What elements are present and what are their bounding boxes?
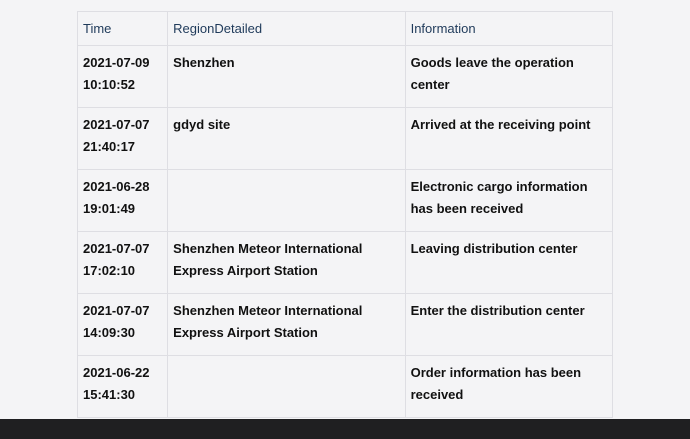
cell-region: Shenzhen Meteor International Express Ai…: [167, 231, 406, 294]
table-row: 2021-07-07 21:40:17 gdyd site Arrived at …: [76, 107, 614, 170]
cell-date: 2021-07-09: [83, 55, 150, 70]
cell-time: 2021-06-22 15:41:30: [76, 355, 169, 418]
header-region: RegionDetailed: [167, 11, 406, 46]
cell-date: 2021-06-28: [83, 179, 150, 194]
footer-bar: [0, 419, 690, 439]
cell-time: 2021-07-07 17:02:10: [76, 231, 169, 294]
cell-time: 2021-06-28 19:01:49: [76, 169, 169, 232]
cell-information: Order information has been received: [404, 355, 614, 418]
cell-date: 2021-07-07: [83, 117, 150, 132]
cell-time: 2021-07-07 21:40:17: [76, 107, 169, 170]
cell-region: [167, 169, 406, 232]
cell-clock: 19:01:49: [83, 201, 136, 216]
cell-time: 2021-07-09 10:10:52: [76, 45, 169, 108]
table-row: 2021-07-09 10:10:52 Shenzhen Goods leave …: [76, 45, 614, 108]
page: Time RegionDetailed Information 2021-07-…: [0, 0, 690, 439]
cell-date: 2021-07-07: [83, 303, 150, 318]
cell-region: [167, 355, 406, 418]
cell-clock: 14:09:30: [83, 325, 136, 340]
cell-time: 2021-07-07 14:09:30: [76, 293, 169, 356]
cell-information: Arrived at the receiving point: [404, 107, 614, 170]
cell-clock: 21:40:17: [83, 139, 136, 154]
cell-information: Goods leave the operation center: [404, 45, 614, 108]
cell-clock: 10:10:52: [83, 77, 136, 92]
cell-clock: 15:41:30: [83, 387, 136, 402]
table-row: 2021-07-07 17:02:10 Shenzhen Meteor Inter…: [76, 231, 614, 294]
cell-information: Enter the distribution center: [404, 293, 614, 356]
cell-information: Leaving distribution center: [404, 231, 614, 294]
cell-information: Electronic cargo information has been re…: [404, 169, 614, 232]
cell-region: gdyd site: [167, 107, 406, 170]
cell-date: 2021-06-22: [83, 365, 150, 380]
cell-date: 2021-07-07: [83, 241, 150, 256]
header-time: Time: [76, 11, 169, 46]
table-header-row: Time RegionDetailed Information: [76, 11, 614, 46]
tracking-table: Time RegionDetailed Information 2021-07-…: [76, 11, 614, 418]
cell-clock: 17:02:10: [83, 263, 136, 278]
table-row: 2021-06-22 15:41:30 Order information has…: [76, 355, 614, 418]
header-information: Information: [404, 11, 614, 46]
table-row: 2021-06-28 19:01:49 Electronic cargo info…: [76, 169, 614, 232]
cell-region: Shenzhen: [167, 45, 406, 108]
table-row: 2021-07-07 14:09:30 Shenzhen Meteor Inter…: [76, 293, 614, 356]
cell-region: Shenzhen Meteor International Express Ai…: [167, 293, 406, 356]
